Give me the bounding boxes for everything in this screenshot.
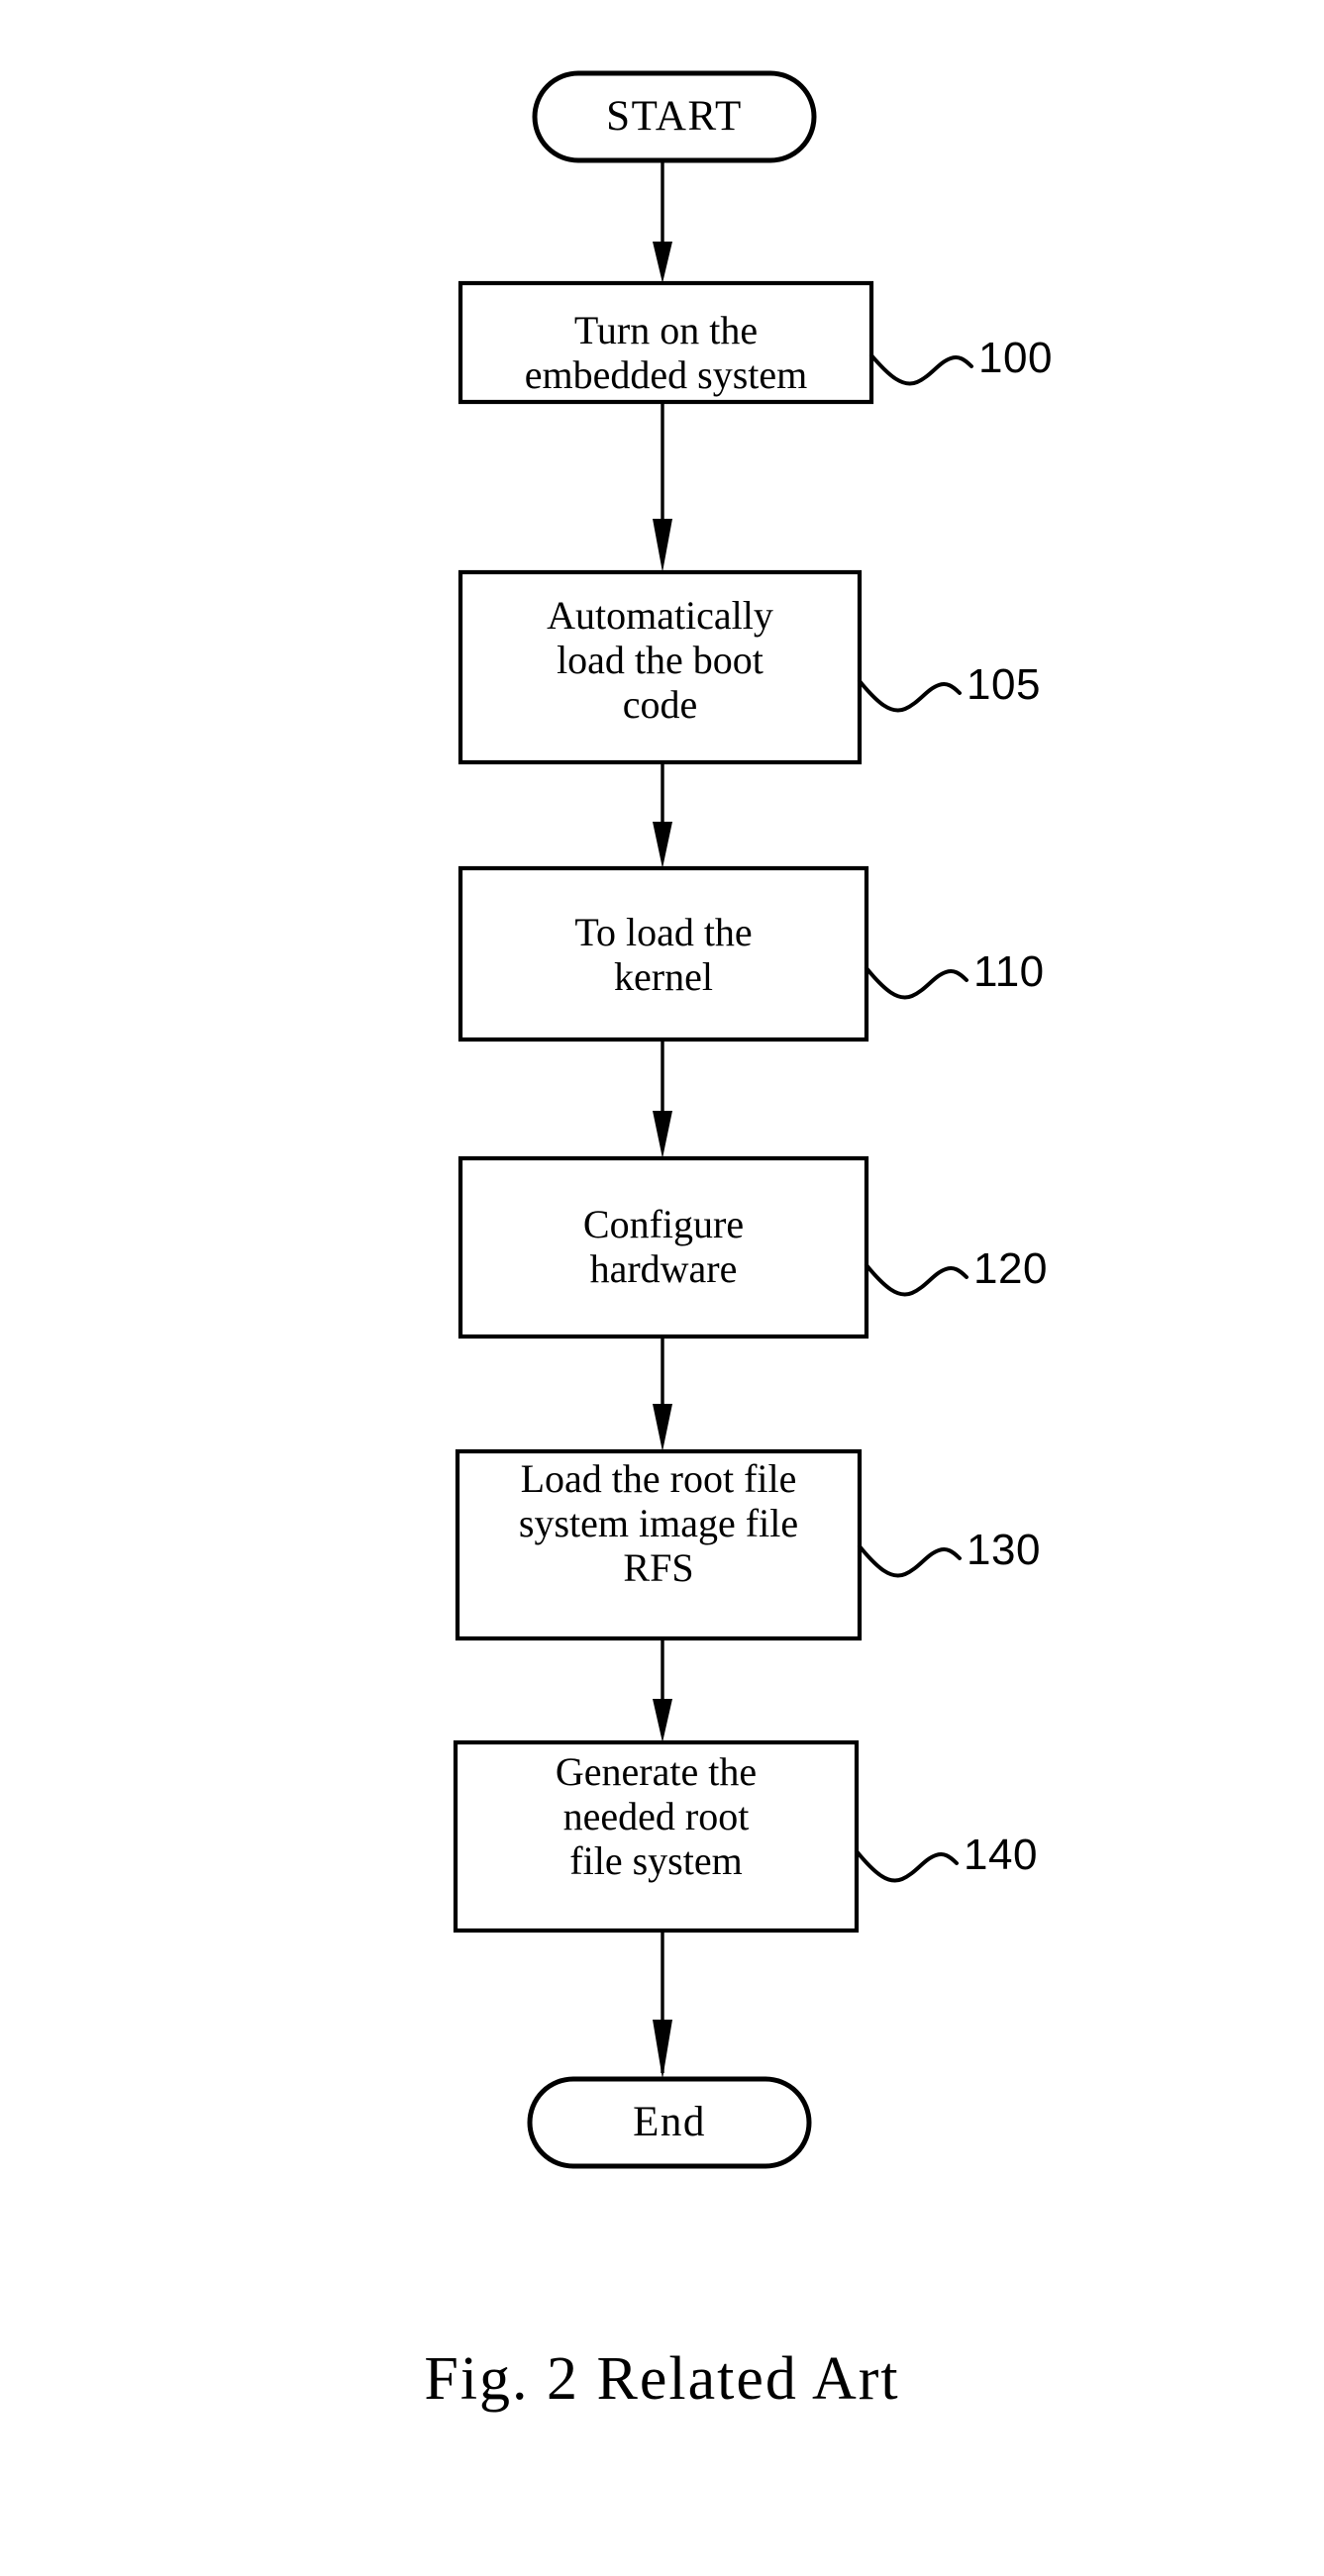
connector-140-to-end — [653, 1931, 672, 2079]
connector-105-to-110 — [653, 762, 672, 868]
connector-130-to-140 — [653, 1638, 672, 1742]
leader-105 — [858, 679, 962, 713]
reference-numeral-110: 110 — [973, 947, 1045, 996]
connector-start-to-100 — [653, 160, 672, 283]
connector-100-to-105 — [653, 402, 672, 572]
reference-numeral-105: 105 — [967, 660, 1041, 709]
process-box-110-shape — [458, 865, 869, 1042]
leader-120 — [865, 1263, 968, 1297]
start-terminator-shape — [532, 70, 817, 163]
process-box-100-shape — [458, 280, 874, 405]
reference-numeral-100: 100 — [978, 334, 1053, 382]
leader-100 — [869, 353, 973, 386]
connector-110-to-120 — [653, 1040, 672, 1158]
reference-numeral-120: 120 — [973, 1244, 1048, 1293]
process-box-140-shape — [453, 1739, 860, 1933]
patent-figure: START Turn on the embedded system Automa… — [0, 0, 1324, 2576]
leader-140 — [855, 1849, 959, 1883]
reference-numeral-130: 130 — [967, 1526, 1041, 1574]
process-box-105-shape — [458, 569, 863, 765]
reference-numeral-140: 140 — [964, 1831, 1038, 1879]
process-box-130-shape — [455, 1448, 863, 1641]
connector-120-to-130 — [653, 1337, 672, 1451]
process-box-120-shape — [458, 1155, 869, 1339]
end-terminator-shape — [527, 2076, 812, 2169]
leader-110 — [865, 966, 968, 1000]
flowchart-canvas — [453, 70, 973, 2169]
figure-caption: Fig. 2 Related Art — [424, 2345, 900, 2413]
leader-130 — [858, 1544, 962, 1578]
